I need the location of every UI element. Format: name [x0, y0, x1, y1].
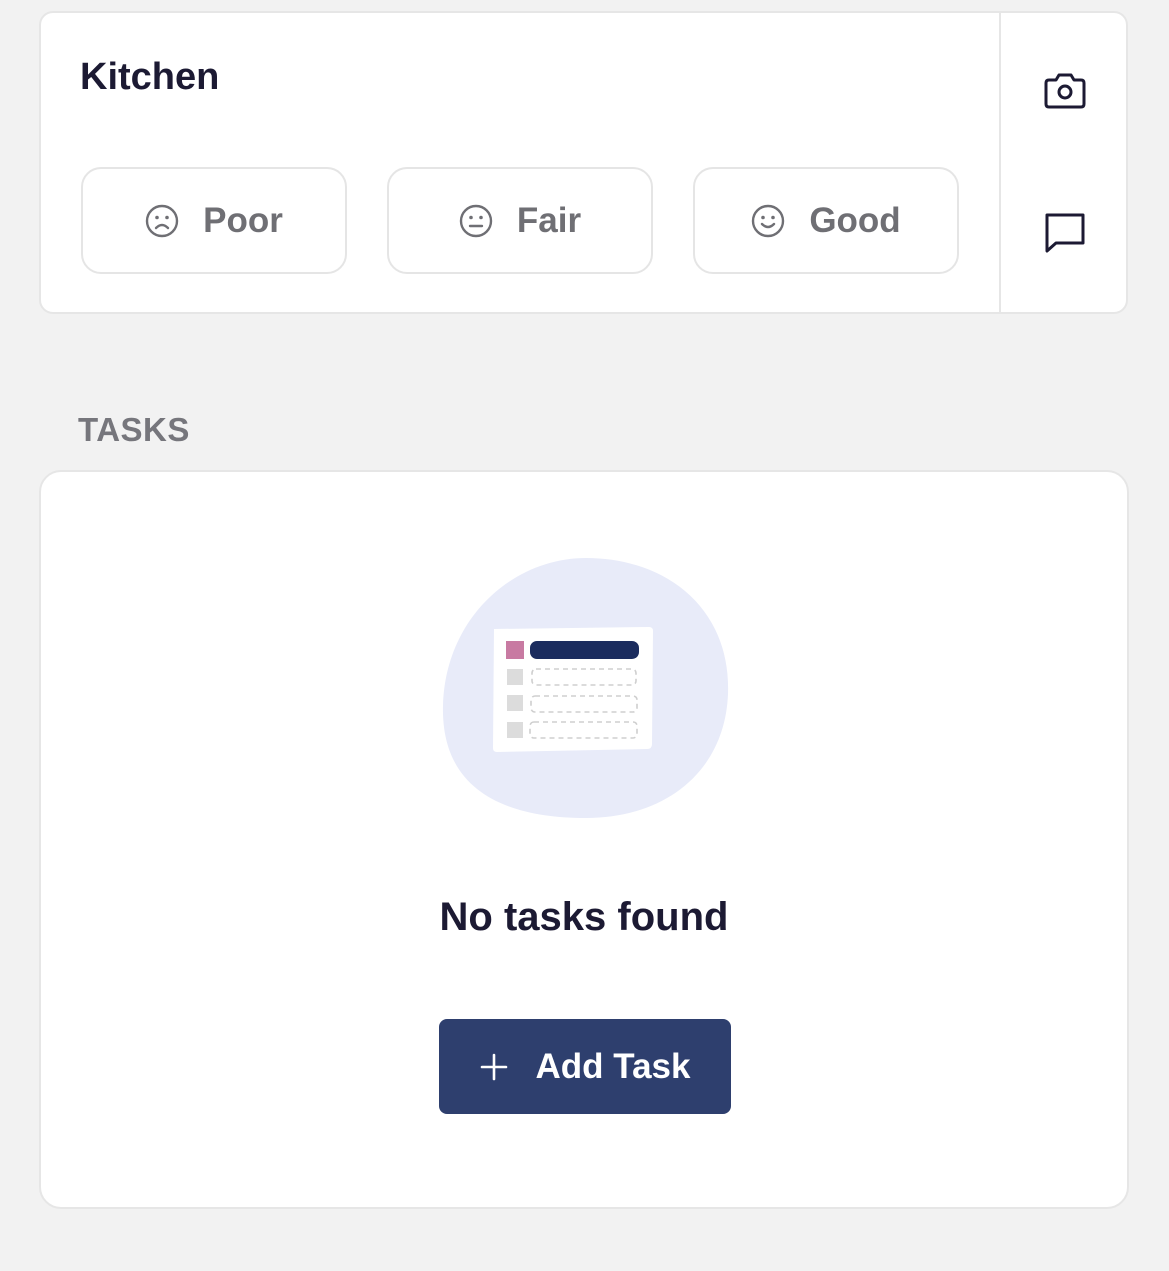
add-task-label: Add Task	[535, 1046, 691, 1086]
room-actions	[999, 13, 1126, 312]
frown-face-icon	[145, 204, 179, 238]
empty-tasks-message: No tasks found	[439, 895, 729, 939]
add-comment-button[interactable]	[1001, 195, 1126, 275]
room-title: Kitchen	[80, 56, 220, 98]
plus-icon	[480, 1053, 508, 1081]
tasks-card: No tasks found Add Task	[39, 470, 1129, 1209]
add-photo-button[interactable]	[1001, 53, 1126, 133]
room-rating-area: Kitchen Poor Fair Good	[41, 13, 999, 312]
comment-icon	[1043, 211, 1087, 260]
rating-label: Poor	[203, 200, 283, 240]
room-card: Kitchen Poor Fair Good	[39, 11, 1128, 314]
empty-tasks-illustration	[441, 556, 731, 822]
neutral-face-icon	[459, 204, 493, 238]
rating-good-button[interactable]: Good	[693, 167, 959, 274]
tasks-section-label: TASKS	[78, 411, 190, 448]
add-task-button[interactable]: Add Task	[439, 1019, 731, 1114]
smile-face-icon	[751, 204, 785, 238]
rating-label: Good	[809, 200, 901, 240]
camera-icon	[1042, 71, 1088, 116]
rating-label: Fair	[516, 200, 582, 240]
rating-poor-button[interactable]: Poor	[81, 167, 347, 274]
rating-fair-button[interactable]: Fair	[387, 167, 653, 274]
